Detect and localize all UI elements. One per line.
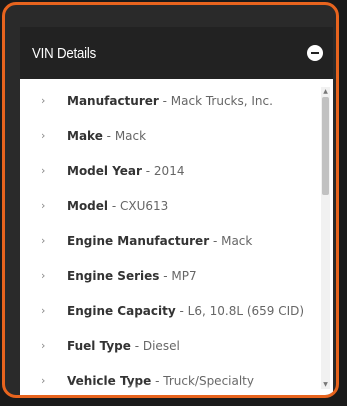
- list-item[interactable]: › Model Year - 2014: [20, 161, 320, 181]
- detail-separator: -: [159, 269, 172, 283]
- detail-value: 2014: [153, 164, 185, 178]
- details-list-area[interactable]: › Manufacturer - Mack Trucks, Inc. › Mak…: [20, 79, 333, 395]
- scrollbar-thumb[interactable]: [322, 97, 329, 195]
- detail-separator: -: [130, 339, 143, 353]
- detail-separator: -: [209, 234, 222, 248]
- list-item[interactable]: › Manufacturer - Mack Trucks, Inc.: [20, 91, 320, 111]
- vin-details-panel: VIN Details › Manufacturer - Mack Trucks…: [20, 27, 333, 395]
- list-item[interactable]: › Fuel Type - Diesel: [20, 336, 320, 356]
- detail-value: Truck/Specialty: [163, 374, 254, 388]
- chevron-right-icon: ›: [41, 199, 46, 212]
- detail-separator: -: [141, 164, 154, 178]
- chevron-right-icon: ›: [41, 304, 46, 317]
- list-item[interactable]: › Engine Capacity - L6, 10.8L (659 CID): [20, 301, 320, 321]
- detail-separator: -: [158, 94, 171, 108]
- detail-value: Mack Trucks, Inc.: [170, 94, 273, 108]
- detail-value: Diesel: [142, 339, 180, 353]
- detail-key: Engine Manufacturer: [67, 234, 210, 248]
- detail-value: CXU613: [120, 199, 169, 213]
- detail-key: Engine Capacity: [67, 304, 176, 318]
- list-item[interactable]: › Make - Mack: [20, 126, 320, 146]
- vin-details-list: › Manufacturer - Mack Trucks, Inc. › Mak…: [20, 79, 320, 391]
- collapse-minus-icon[interactable]: [307, 45, 323, 61]
- detail-value: MP7: [171, 269, 197, 283]
- panel-header[interactable]: VIN Details: [20, 27, 333, 79]
- chevron-right-icon: ›: [41, 234, 46, 247]
- panel-title: VIN Details: [32, 44, 97, 62]
- vertical-scrollbar[interactable]: ▲ ▼: [321, 87, 330, 389]
- detail-value: L6, 10.8L (659 CID): [187, 304, 305, 318]
- detail-key: Make: [67, 129, 103, 143]
- widget-frame: VIN Details › Manufacturer - Mack Trucks…: [2, 2, 339, 398]
- list-item[interactable]: › Vehicle Type - Truck/Specialty: [20, 371, 320, 391]
- detail-separator: -: [102, 129, 115, 143]
- chevron-right-icon: ›: [41, 269, 46, 282]
- detail-key: Engine Series: [67, 269, 160, 283]
- detail-separator: -: [151, 374, 164, 388]
- scroll-down-arrow-icon[interactable]: ▼: [321, 380, 330, 389]
- detail-separator: -: [175, 304, 188, 318]
- list-item[interactable]: › Model - CXU613: [20, 196, 320, 216]
- list-item[interactable]: › Engine Series - MP7: [20, 266, 320, 286]
- scroll-up-arrow-icon[interactable]: ▲: [321, 87, 330, 96]
- chevron-right-icon: ›: [41, 94, 46, 107]
- chevron-right-icon: ›: [41, 374, 46, 387]
- detail-value: Mack: [114, 129, 147, 143]
- detail-separator: -: [108, 199, 120, 213]
- detail-key: Vehicle Type: [67, 374, 152, 388]
- chevron-right-icon: ›: [41, 129, 46, 142]
- detail-value: Mack: [221, 234, 253, 248]
- detail-key: Model Year: [67, 164, 142, 178]
- detail-key: Manufacturer: [67, 94, 159, 108]
- detail-key: Fuel Type: [67, 339, 131, 353]
- detail-key: Model: [67, 199, 109, 213]
- chevron-right-icon: ›: [41, 164, 46, 177]
- chevron-right-icon: ›: [41, 339, 46, 352]
- list-item[interactable]: › Engine Manufacturer - Mack: [20, 231, 320, 251]
